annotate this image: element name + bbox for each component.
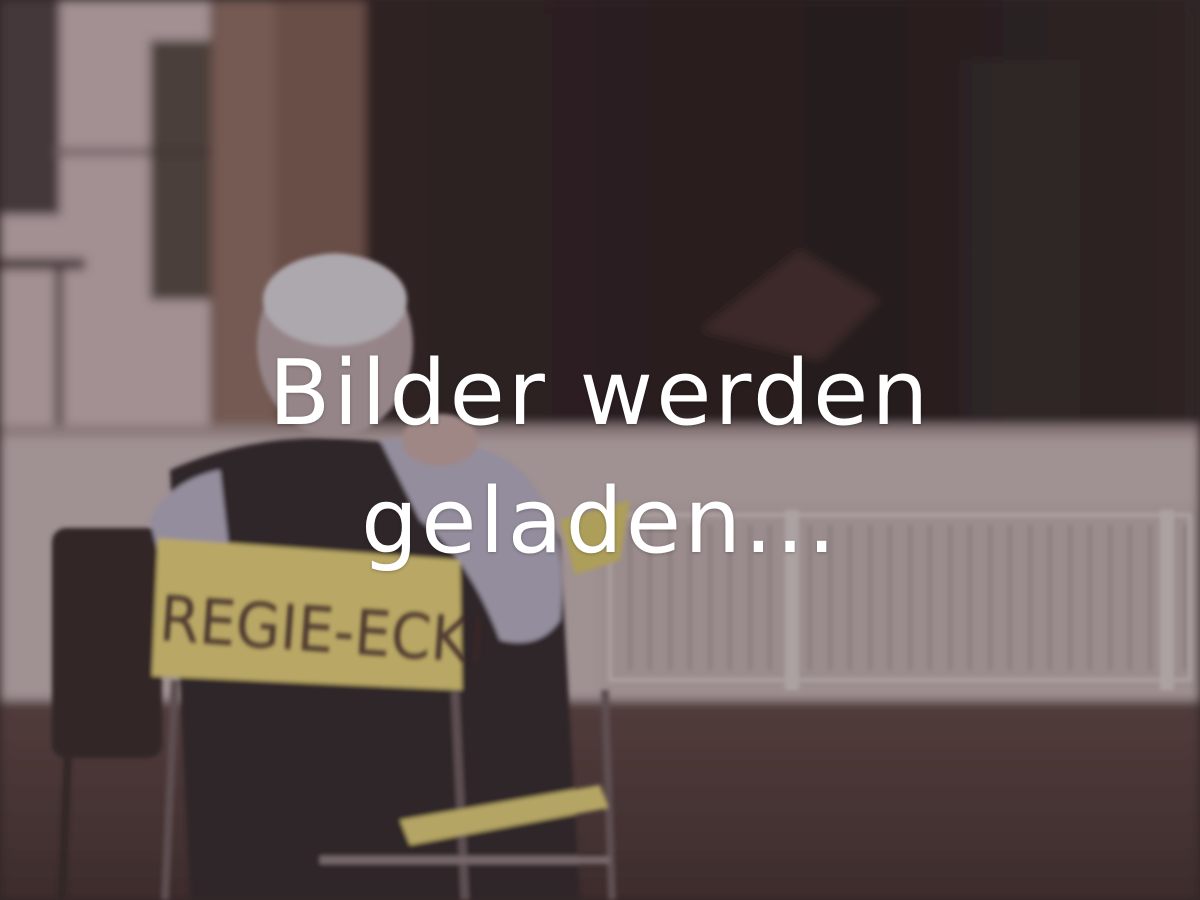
loading-message: Bilder werden geladen...: [0, 330, 1200, 586]
image-viewer: REGIE-ECKI Bilder werden geladen...: [0, 0, 1200, 900]
loading-message-line2: geladen...: [360, 469, 840, 574]
loading-message-line1: Bilder werden: [268, 341, 932, 446]
